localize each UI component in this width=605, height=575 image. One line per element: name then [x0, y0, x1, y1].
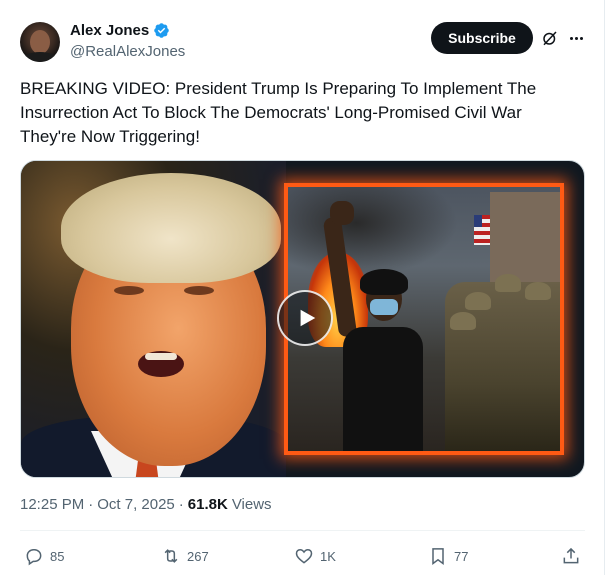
like-button[interactable]: 1K — [294, 540, 336, 572]
bookmark-button[interactable]: 77 — [428, 540, 468, 572]
avatar[interactable] — [20, 22, 60, 62]
repost-button[interactable]: 267 — [161, 540, 209, 572]
grok-icon[interactable] — [541, 29, 559, 47]
bookmark-icon — [432, 548, 444, 565]
author-display-name[interactable]: Alex Jones — [70, 22, 149, 39]
share-icon — [563, 547, 579, 564]
reply-icon — [26, 549, 42, 566]
tweet-time[interactable]: 12:25 PM — [20, 496, 84, 513]
repost-icon — [164, 549, 178, 563]
subscribe-button[interactable]: Subscribe — [431, 22, 533, 54]
share-button[interactable] — [561, 540, 581, 572]
avatar-shirt — [22, 52, 58, 62]
more-icon[interactable] — [566, 28, 586, 48]
play-button[interactable] — [277, 290, 333, 346]
tweet-text: BREAKING VIDEO: President Trump Is Prepa… — [20, 79, 537, 146]
video-thumbnail[interactable] — [20, 160, 585, 478]
heart-icon — [295, 548, 313, 564]
views-count: 61.8K — [187, 496, 228, 513]
views-label: Views — [231, 496, 272, 513]
author-handle[interactable]: @RealAlexJones — [70, 43, 185, 60]
tweet-date[interactable]: Oct 7, 2025 — [97, 496, 175, 513]
like-count: 1K — [320, 548, 336, 564]
avatar-face — [30, 30, 50, 54]
verified-badge-icon — [154, 23, 169, 38]
meta-separator: · — [88, 496, 94, 513]
repost-count: 267 — [187, 548, 209, 564]
reply-button[interactable]: 85 — [24, 540, 64, 572]
action-bar: 85 267 1K 77 — [0, 540, 605, 572]
author-name-row[interactable]: Alex Jones — [70, 22, 170, 39]
tweet-meta: 12:25 PM · Oct 7, 2025 · 61.8K Views — [20, 496, 272, 513]
bookmark-count: 77 — [454, 548, 469, 564]
reply-count: 85 — [50, 548, 65, 564]
divider — [20, 530, 585, 531]
play-icon — [300, 309, 316, 327]
meta-separator: · — [178, 496, 184, 513]
thumbnail-portrait — [21, 161, 286, 477]
